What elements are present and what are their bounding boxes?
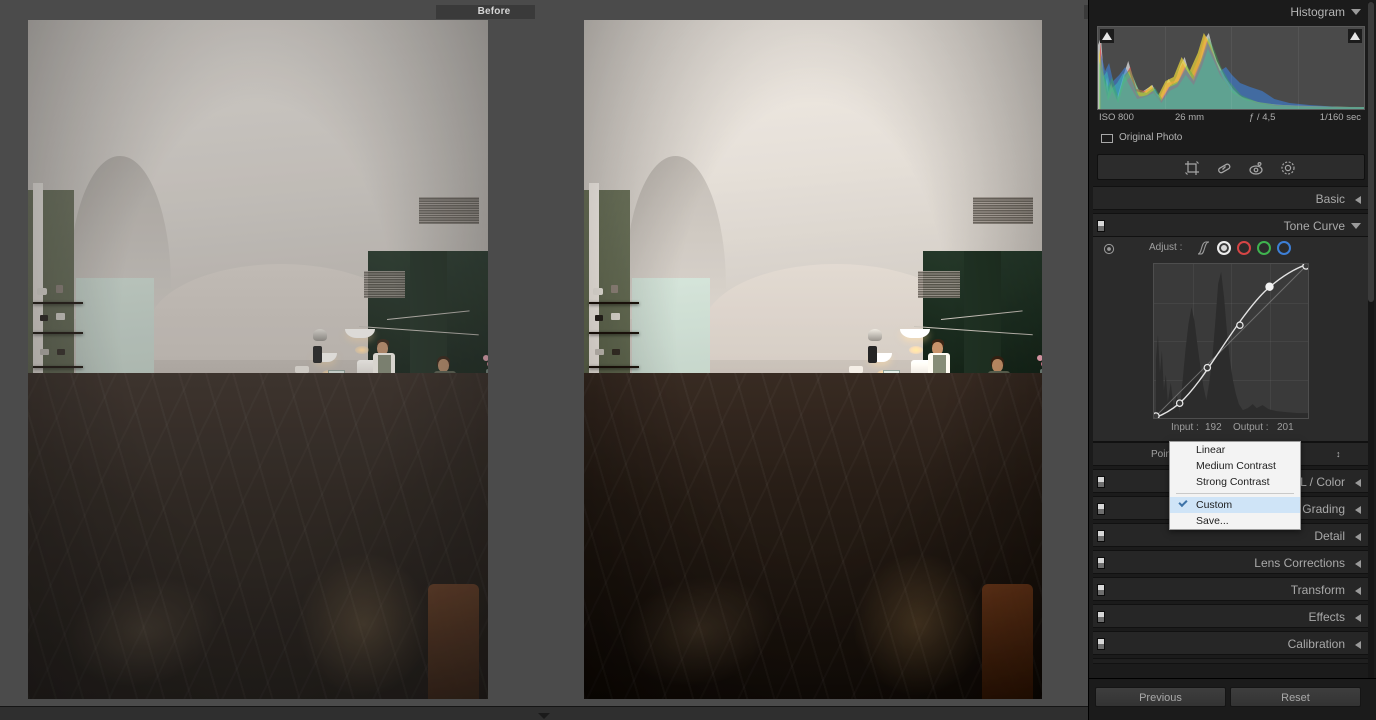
panel-switch-transform[interactable] (1097, 584, 1105, 596)
focal-value: 26 mm (1175, 112, 1205, 123)
panel-label-transform: Transform (1290, 583, 1345, 597)
reset-button[interactable]: Reset (1230, 687, 1361, 707)
histogram-header[interactable]: Histogram (1093, 0, 1369, 24)
menu-item-save[interactable]: Save... (1170, 513, 1300, 529)
chevron-left-icon[interactable] (1355, 587, 1361, 595)
before-label: Before (436, 5, 535, 19)
chevron-down-icon[interactable] (1351, 9, 1361, 15)
exif-metadata: ISO 800 26 mm ƒ / 4,5 1/160 sec (1097, 110, 1365, 126)
viewer-toolbar[interactable] (0, 706, 1088, 720)
input-value[interactable]: 192 (1205, 422, 1222, 433)
develop-footer-buttons: Previous Reset (1089, 678, 1376, 720)
targeted-adjustment-icon[interactable] (1103, 242, 1115, 255)
chevron-left-icon[interactable] (1355, 533, 1361, 541)
panel-label-calibration: Calibration (1287, 637, 1345, 651)
right-panel-scrollbar[interactable] (1368, 2, 1374, 678)
after-label: After (1084, 5, 1088, 19)
chevron-down-icon[interactable] (1351, 223, 1361, 229)
shutter-value: 1/160 sec (1319, 112, 1361, 123)
photo-scene-before (28, 20, 488, 699)
chevron-left-icon[interactable] (1355, 506, 1361, 514)
photo-frame-icon (1101, 134, 1113, 143)
rgb-channel-button[interactable] (1217, 241, 1231, 255)
panel-header-transform[interactable]: Transform (1093, 577, 1369, 601)
panel-switch-detail[interactable] (1097, 530, 1105, 542)
before-after-viewer: Before (0, 0, 1088, 706)
panel-label-basic: Basic (1315, 192, 1345, 206)
tone-curve-io-row: Input : 192 Output : 201 (1093, 419, 1369, 437)
menu-item-medium-contrast[interactable]: Medium Contrast (1170, 458, 1300, 474)
panel-header-tone-curve[interactable]: Tone Curve (1093, 213, 1369, 237)
panel-switch-tone-curve[interactable] (1097, 220, 1105, 232)
aperture-value: ƒ / 4,5 (1249, 112, 1276, 123)
panel-label-lens-corrections: Lens Corrections (1254, 556, 1345, 570)
right-panel: Histogram ISO 800 26 mm ƒ / 4,5 1/160 se… (1088, 0, 1376, 720)
iso-value: ISO 800 (1099, 112, 1134, 123)
before-photo[interactable] (28, 20, 488, 699)
chevron-left-icon[interactable] (1355, 560, 1361, 568)
chevron-left-icon[interactable] (1355, 196, 1361, 204)
menu-label-medium-contrast: Medium Contrast (1196, 460, 1276, 472)
parametric-curve-icon[interactable] (1197, 241, 1212, 255)
histogram-title: Histogram (1290, 5, 1345, 19)
previous-button[interactable]: Previous (1095, 687, 1226, 707)
tone-curve-graph[interactable] (1153, 263, 1309, 419)
highlight-clipping-icon[interactable] (1348, 29, 1362, 43)
before-pane[interactable]: Before (0, 0, 535, 706)
output-value[interactable]: 201 (1277, 422, 1294, 433)
after-photo[interactable] (584, 20, 1042, 699)
tool-strip (1097, 154, 1365, 180)
output-label: Output : (1233, 422, 1269, 433)
green-channel-button[interactable] (1257, 241, 1271, 255)
adjust-label: Adjust : (1149, 242, 1183, 253)
menu-separator (1176, 493, 1294, 494)
red-eye-icon[interactable] (1246, 158, 1266, 178)
updown-arrows-icon[interactable]: ↕ (1336, 449, 1341, 459)
panel-switch-hsl-color[interactable] (1097, 476, 1105, 488)
masking-icon[interactable] (1278, 158, 1298, 178)
menu-label-linear: Linear (1196, 444, 1226, 456)
shadow-clipping-icon[interactable] (1100, 29, 1114, 43)
panel-header-lens-corrections[interactable]: Lens Corrections (1093, 550, 1369, 574)
right-panel-scroll: Histogram ISO 800 26 mm ƒ / 4,5 1/160 se… (1093, 0, 1369, 678)
tone-curve-adjust-row: Adjust : (1093, 237, 1369, 259)
after-pane[interactable]: After (538, 0, 1088, 706)
chevron-left-icon[interactable] (1355, 614, 1361, 622)
tone-curve-plot (1154, 264, 1308, 418)
panel-header-calibration[interactable]: Calibration (1093, 631, 1369, 655)
photo-scene-after (584, 20, 1042, 699)
panel-label-detail: Detail (1314, 529, 1345, 543)
panel-header-effects[interactable]: Effects (1093, 604, 1369, 628)
panel-switch-lens-corrections[interactable] (1097, 557, 1105, 569)
menu-item-custom[interactable]: Custom (1170, 497, 1300, 513)
menu-label-save: Save... (1196, 515, 1229, 527)
menu-item-linear[interactable]: Linear (1170, 442, 1300, 458)
menu-label-strong-contrast: Strong Contrast (1196, 476, 1270, 488)
panel-switch-color-grading[interactable] (1097, 503, 1105, 515)
red-channel-button[interactable] (1237, 241, 1251, 255)
chevron-left-icon[interactable] (1355, 479, 1361, 487)
histogram-graph[interactable] (1097, 26, 1365, 110)
menu-item-strong-contrast[interactable]: Strong Contrast (1170, 474, 1300, 490)
panel-header-basic[interactable]: Basic (1093, 186, 1369, 210)
panel-switch-calibration[interactable] (1097, 638, 1105, 650)
chevron-left-icon[interactable] (1355, 641, 1361, 649)
panel-switch-effects[interactable] (1097, 611, 1105, 623)
blue-channel-button[interactable] (1277, 241, 1291, 255)
healing-brush-icon[interactable] (1214, 158, 1234, 178)
original-photo-button[interactable]: Original Photo (1097, 128, 1365, 148)
panel-footer-divider (1093, 658, 1369, 664)
checkmark-icon (1178, 497, 1188, 508)
input-label: Input : (1171, 422, 1199, 433)
panel-label-tone-curve: Tone Curve (1283, 219, 1345, 233)
crop-overlay-icon[interactable] (1182, 158, 1202, 178)
lightroom-develop-window: Before Histogram ISO 800 26 mm ƒ / 4,5 1… (0, 0, 1376, 720)
scrollbar-thumb[interactable] (1368, 2, 1374, 302)
tone-curve-body: Adjust : Input: 192 Output: 201 (1093, 237, 1369, 442)
point-curve-dropdown-menu[interactable]: Linear Medium Contrast Strong Contrast C… (1169, 441, 1301, 530)
original-photo-label: Original Photo (1119, 132, 1183, 143)
menu-label-custom: Custom (1196, 499, 1233, 511)
panel-label-effects: Effects (1308, 610, 1345, 624)
toolbar-toggle-icon[interactable] (538, 713, 550, 719)
